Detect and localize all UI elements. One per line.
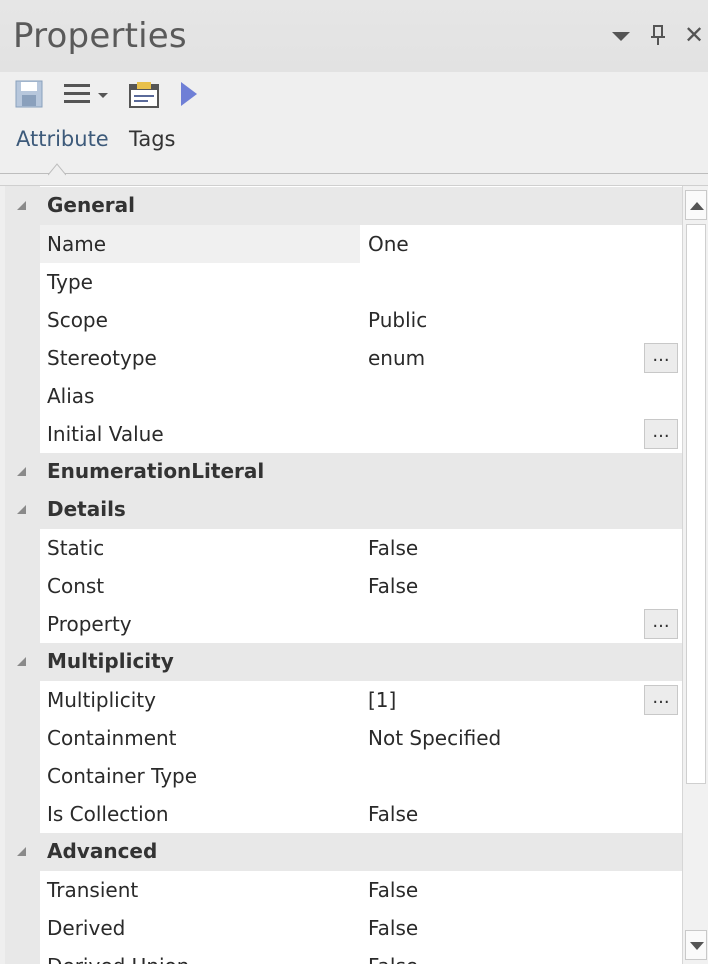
category-row[interactable]: Multiplicity (5, 643, 682, 681)
category-row[interactable]: EnumerationLiteral (5, 453, 682, 491)
property-name-cell[interactable]: Type (40, 263, 360, 301)
scroll-down-button[interactable] (685, 930, 707, 960)
property-name-cell[interactable]: Const (40, 567, 360, 605)
title-bar: Properties ✕ (0, 0, 708, 72)
vertical-scrollbar[interactable] (682, 186, 708, 964)
property-name-cell[interactable]: Multiplicity (40, 681, 360, 719)
property-value[interactable]: False (368, 878, 418, 902)
property-name: Derived (47, 916, 126, 940)
category-label: EnumerationLiteral (47, 459, 265, 483)
property-name: Type (47, 270, 93, 294)
property-row[interactable]: Transient False (5, 871, 682, 909)
property-row[interactable]: Multiplicity [1]... (5, 681, 682, 719)
property-name: Stereotype (47, 346, 157, 370)
arrow-down-icon (690, 942, 704, 950)
property-name-cell[interactable]: Alias (40, 377, 360, 415)
property-value[interactable]: False (368, 954, 418, 964)
chevron-down-icon[interactable] (610, 22, 632, 54)
ellipsis-button[interactable]: ... (644, 343, 678, 373)
property-value[interactable]: [1] (368, 688, 396, 712)
property-value[interactable]: False (368, 536, 418, 560)
ellipsis-button[interactable]: ... (644, 609, 678, 639)
category-label: Multiplicity (47, 649, 174, 673)
tab-attribute[interactable]: Attribute (16, 127, 109, 151)
property-name: Alias (47, 384, 95, 408)
pin-icon[interactable] (649, 22, 667, 54)
property-row[interactable]: Type (5, 263, 682, 301)
property-value[interactable]: enum (368, 346, 425, 370)
category-label: Details (47, 497, 126, 521)
scroll-up-button[interactable] (685, 190, 707, 220)
property-row[interactable]: Const False (5, 567, 682, 605)
property-name-cell[interactable]: Stereotype (40, 339, 360, 377)
category-row[interactable]: Details (5, 491, 682, 529)
properties-dialog-icon[interactable] (128, 78, 162, 110)
property-row[interactable]: Is Collection False (5, 795, 682, 833)
expander-icon[interactable] (17, 657, 26, 666)
property-row[interactable]: Containment Not Specified (5, 719, 682, 757)
category-row[interactable]: General (5, 187, 682, 225)
toolbar (0, 72, 708, 118)
property-row[interactable]: Static False (5, 529, 682, 567)
property-name-cell[interactable]: Derived (40, 909, 360, 947)
property-name: Is Collection (47, 802, 169, 826)
property-name-cell[interactable]: Containment (40, 719, 360, 757)
property-name-cell[interactable]: Name (40, 225, 360, 263)
property-name-cell[interactable]: Scope (40, 301, 360, 339)
active-tab-indicator (48, 163, 66, 176)
property-name-cell[interactable]: Initial Value (40, 415, 360, 453)
category-row[interactable]: Advanced (5, 833, 682, 871)
property-name: Const (47, 574, 105, 598)
property-value[interactable]: False (368, 916, 418, 940)
property-name-cell[interactable]: Property (40, 605, 360, 643)
arrow-up-icon (690, 202, 704, 210)
expander-icon[interactable] (17, 847, 26, 856)
scroll-thumb[interactable] (686, 224, 706, 784)
property-name-cell[interactable]: Is Collection (40, 795, 360, 833)
property-value[interactable]: False (368, 574, 418, 598)
expander-icon[interactable] (17, 201, 26, 210)
tab-tags[interactable]: Tags (129, 127, 176, 151)
property-grid: General Name One Type Scope Public Stereotype e… (5, 186, 682, 964)
property-row[interactable]: Property... (5, 605, 682, 643)
category-label: General (47, 193, 135, 217)
property-name-cell[interactable]: Derived Union (40, 947, 360, 964)
property-row[interactable]: Container Type (5, 757, 682, 795)
property-row[interactable]: Stereotype enum... (5, 339, 682, 377)
panel-title: Properties (13, 16, 187, 56)
save-icon[interactable] (14, 78, 46, 110)
property-row[interactable]: Initial Value... (5, 415, 682, 453)
property-row[interactable]: Scope Public (5, 301, 682, 339)
play-icon[interactable] (178, 78, 200, 110)
property-name: Derived Union (47, 954, 189, 964)
ellipsis-button[interactable]: ... (644, 419, 678, 449)
property-name: Property (47, 612, 132, 636)
property-row[interactable]: Name One (5, 225, 682, 263)
property-name: Scope (47, 308, 108, 332)
property-value[interactable]: Public (368, 308, 427, 332)
list-menu-icon[interactable] (62, 78, 116, 110)
property-row[interactable]: Alias (5, 377, 682, 415)
property-name: Static (47, 536, 105, 560)
property-name: Transient (47, 878, 139, 902)
category-label: Advanced (47, 839, 158, 863)
expander-icon[interactable] (17, 505, 26, 514)
property-name: Containment (47, 726, 177, 750)
property-name: Container Type (47, 764, 198, 788)
tab-strip: Attribute Tags (0, 118, 708, 176)
property-name: Initial Value (47, 422, 164, 446)
property-row[interactable]: Derived Union False (5, 947, 682, 964)
ellipsis-button[interactable]: ... (644, 685, 678, 715)
property-value[interactable]: False (368, 802, 418, 826)
property-value[interactable]: Not Specified (368, 726, 501, 750)
property-name-cell[interactable]: Static (40, 529, 360, 567)
property-name: Multiplicity (47, 688, 156, 712)
property-row[interactable]: Derived False (5, 909, 682, 947)
property-value[interactable]: One (368, 232, 409, 256)
property-name-cell[interactable]: Container Type (40, 757, 360, 795)
close-icon[interactable]: ✕ (684, 22, 706, 48)
property-name-cell[interactable]: Transient (40, 871, 360, 909)
property-name: Name (47, 232, 107, 256)
expander-icon[interactable] (17, 467, 26, 476)
